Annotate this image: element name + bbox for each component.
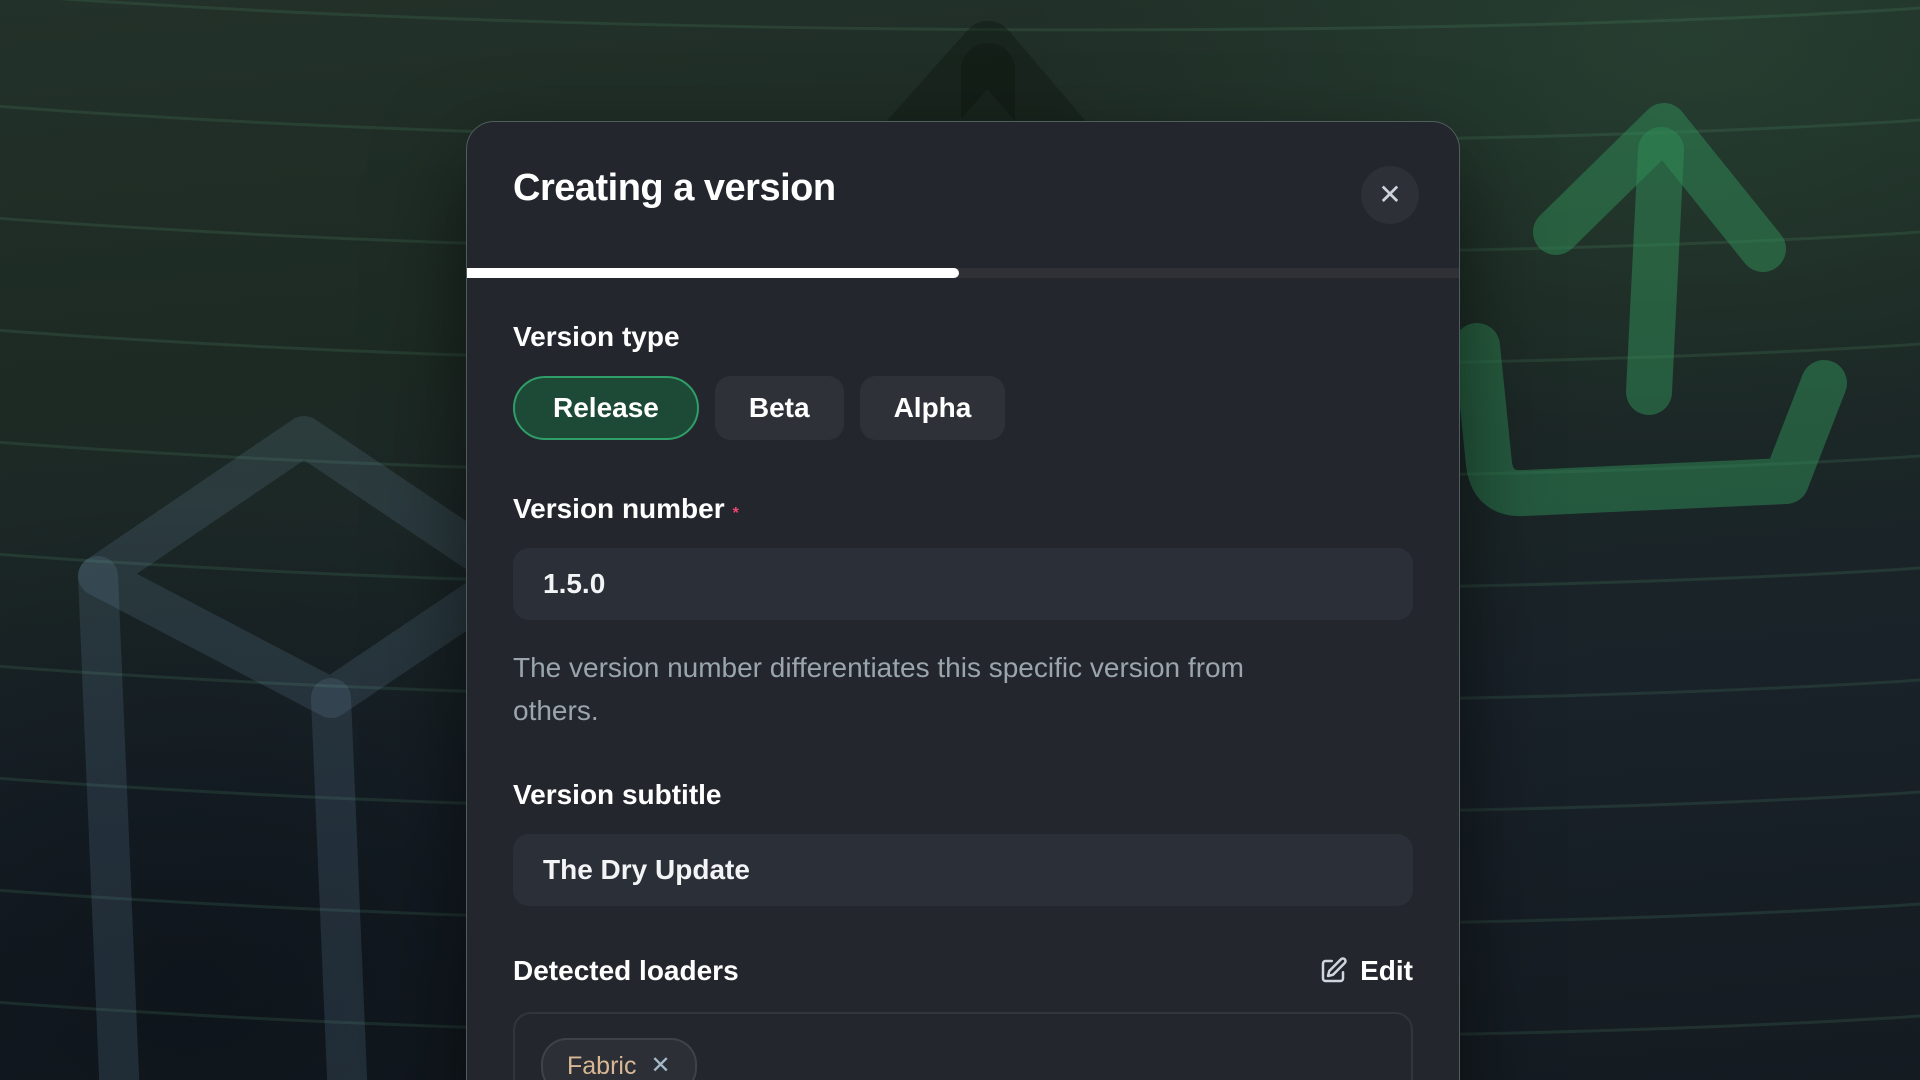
detected-loaders-box: Fabric ✕ bbox=[513, 1012, 1413, 1080]
version-type-label: Version type bbox=[513, 320, 1413, 354]
version-number-label: Version number bbox=[513, 493, 725, 524]
required-asterisk: * bbox=[733, 505, 739, 522]
close-button[interactable]: ✕ bbox=[1361, 166, 1419, 224]
version-subtitle-label: Version subtitle bbox=[513, 778, 1413, 812]
progress-bar-fill bbox=[467, 268, 959, 278]
remove-icon: ✕ bbox=[650, 1052, 670, 1079]
modal-header: Creating a version ✕ bbox=[467, 122, 1459, 268]
version-type-options: Release Beta Alpha bbox=[513, 376, 1413, 440]
version-type-release[interactable]: Release bbox=[513, 376, 699, 440]
progress-bar-track bbox=[467, 268, 1459, 278]
modal-body: Version type Release Beta Alpha Version … bbox=[467, 278, 1459, 1080]
create-version-modal: Creating a version ✕ Version type Releas… bbox=[466, 121, 1460, 1080]
edit-label: Edit bbox=[1360, 955, 1413, 987]
remove-loader-button[interactable]: ✕ bbox=[650, 1054, 670, 1078]
modal-title: Creating a version bbox=[513, 166, 1413, 212]
page: Creating a version ✕ Version type Releas… bbox=[0, 0, 1920, 1080]
loader-chip-fabric: Fabric ✕ bbox=[541, 1038, 697, 1080]
detected-loaders-label: Detected loaders bbox=[513, 954, 739, 988]
loader-chip-label: Fabric bbox=[567, 1052, 636, 1080]
close-icon: ✕ bbox=[1378, 179, 1401, 210]
version-type-beta[interactable]: Beta bbox=[715, 376, 844, 440]
edit-loaders-button[interactable]: Edit bbox=[1318, 955, 1413, 987]
version-number-input[interactable] bbox=[513, 548, 1413, 620]
edit-pencil-square-icon bbox=[1318, 956, 1348, 986]
upload-arrow-icon bbox=[1477, 126, 1824, 493]
version-number-help: The version number differentiates this s… bbox=[513, 646, 1413, 732]
version-type-alpha[interactable]: Alpha bbox=[860, 376, 1006, 440]
version-subtitle-input[interactable] bbox=[513, 834, 1413, 906]
